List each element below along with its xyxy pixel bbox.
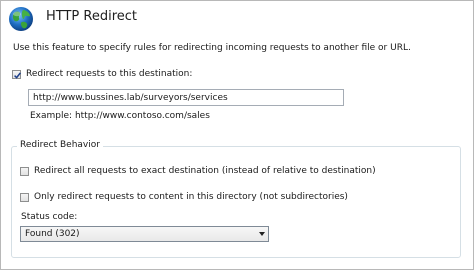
status-code-select[interactable]: Found (302) xyxy=(20,226,269,242)
directory-only-checkbox[interactable] xyxy=(20,193,29,202)
page-title: HTTP Redirect xyxy=(46,9,138,24)
status-code-selected-value: Found (302) xyxy=(25,229,80,239)
destination-url-input[interactable] xyxy=(28,89,344,106)
redirect-behavior-heading: Redirect Behavior xyxy=(17,140,103,150)
destination-example-text: Example: http://www.contoso.com/sales xyxy=(30,111,210,121)
checkmark-icon xyxy=(14,72,21,79)
exact-destination-label[interactable]: Redirect all requests to exact destinati… xyxy=(34,166,376,176)
exact-destination-checkbox[interactable] xyxy=(20,167,29,176)
chevron-down-icon[interactable] xyxy=(259,232,265,236)
http-redirect-panel: HTTP Redirect Use this feature to specif… xyxy=(0,0,474,270)
globe-icon xyxy=(9,7,33,31)
redirect-requests-label[interactable]: Redirect requests to this destination: xyxy=(26,69,192,79)
feature-description: Use this feature to specify rules for re… xyxy=(13,43,411,53)
redirect-requests-checkbox[interactable] xyxy=(12,70,21,79)
status-code-label: Status code: xyxy=(21,212,78,222)
directory-only-label[interactable]: Only redirect requests to content in thi… xyxy=(34,192,348,202)
